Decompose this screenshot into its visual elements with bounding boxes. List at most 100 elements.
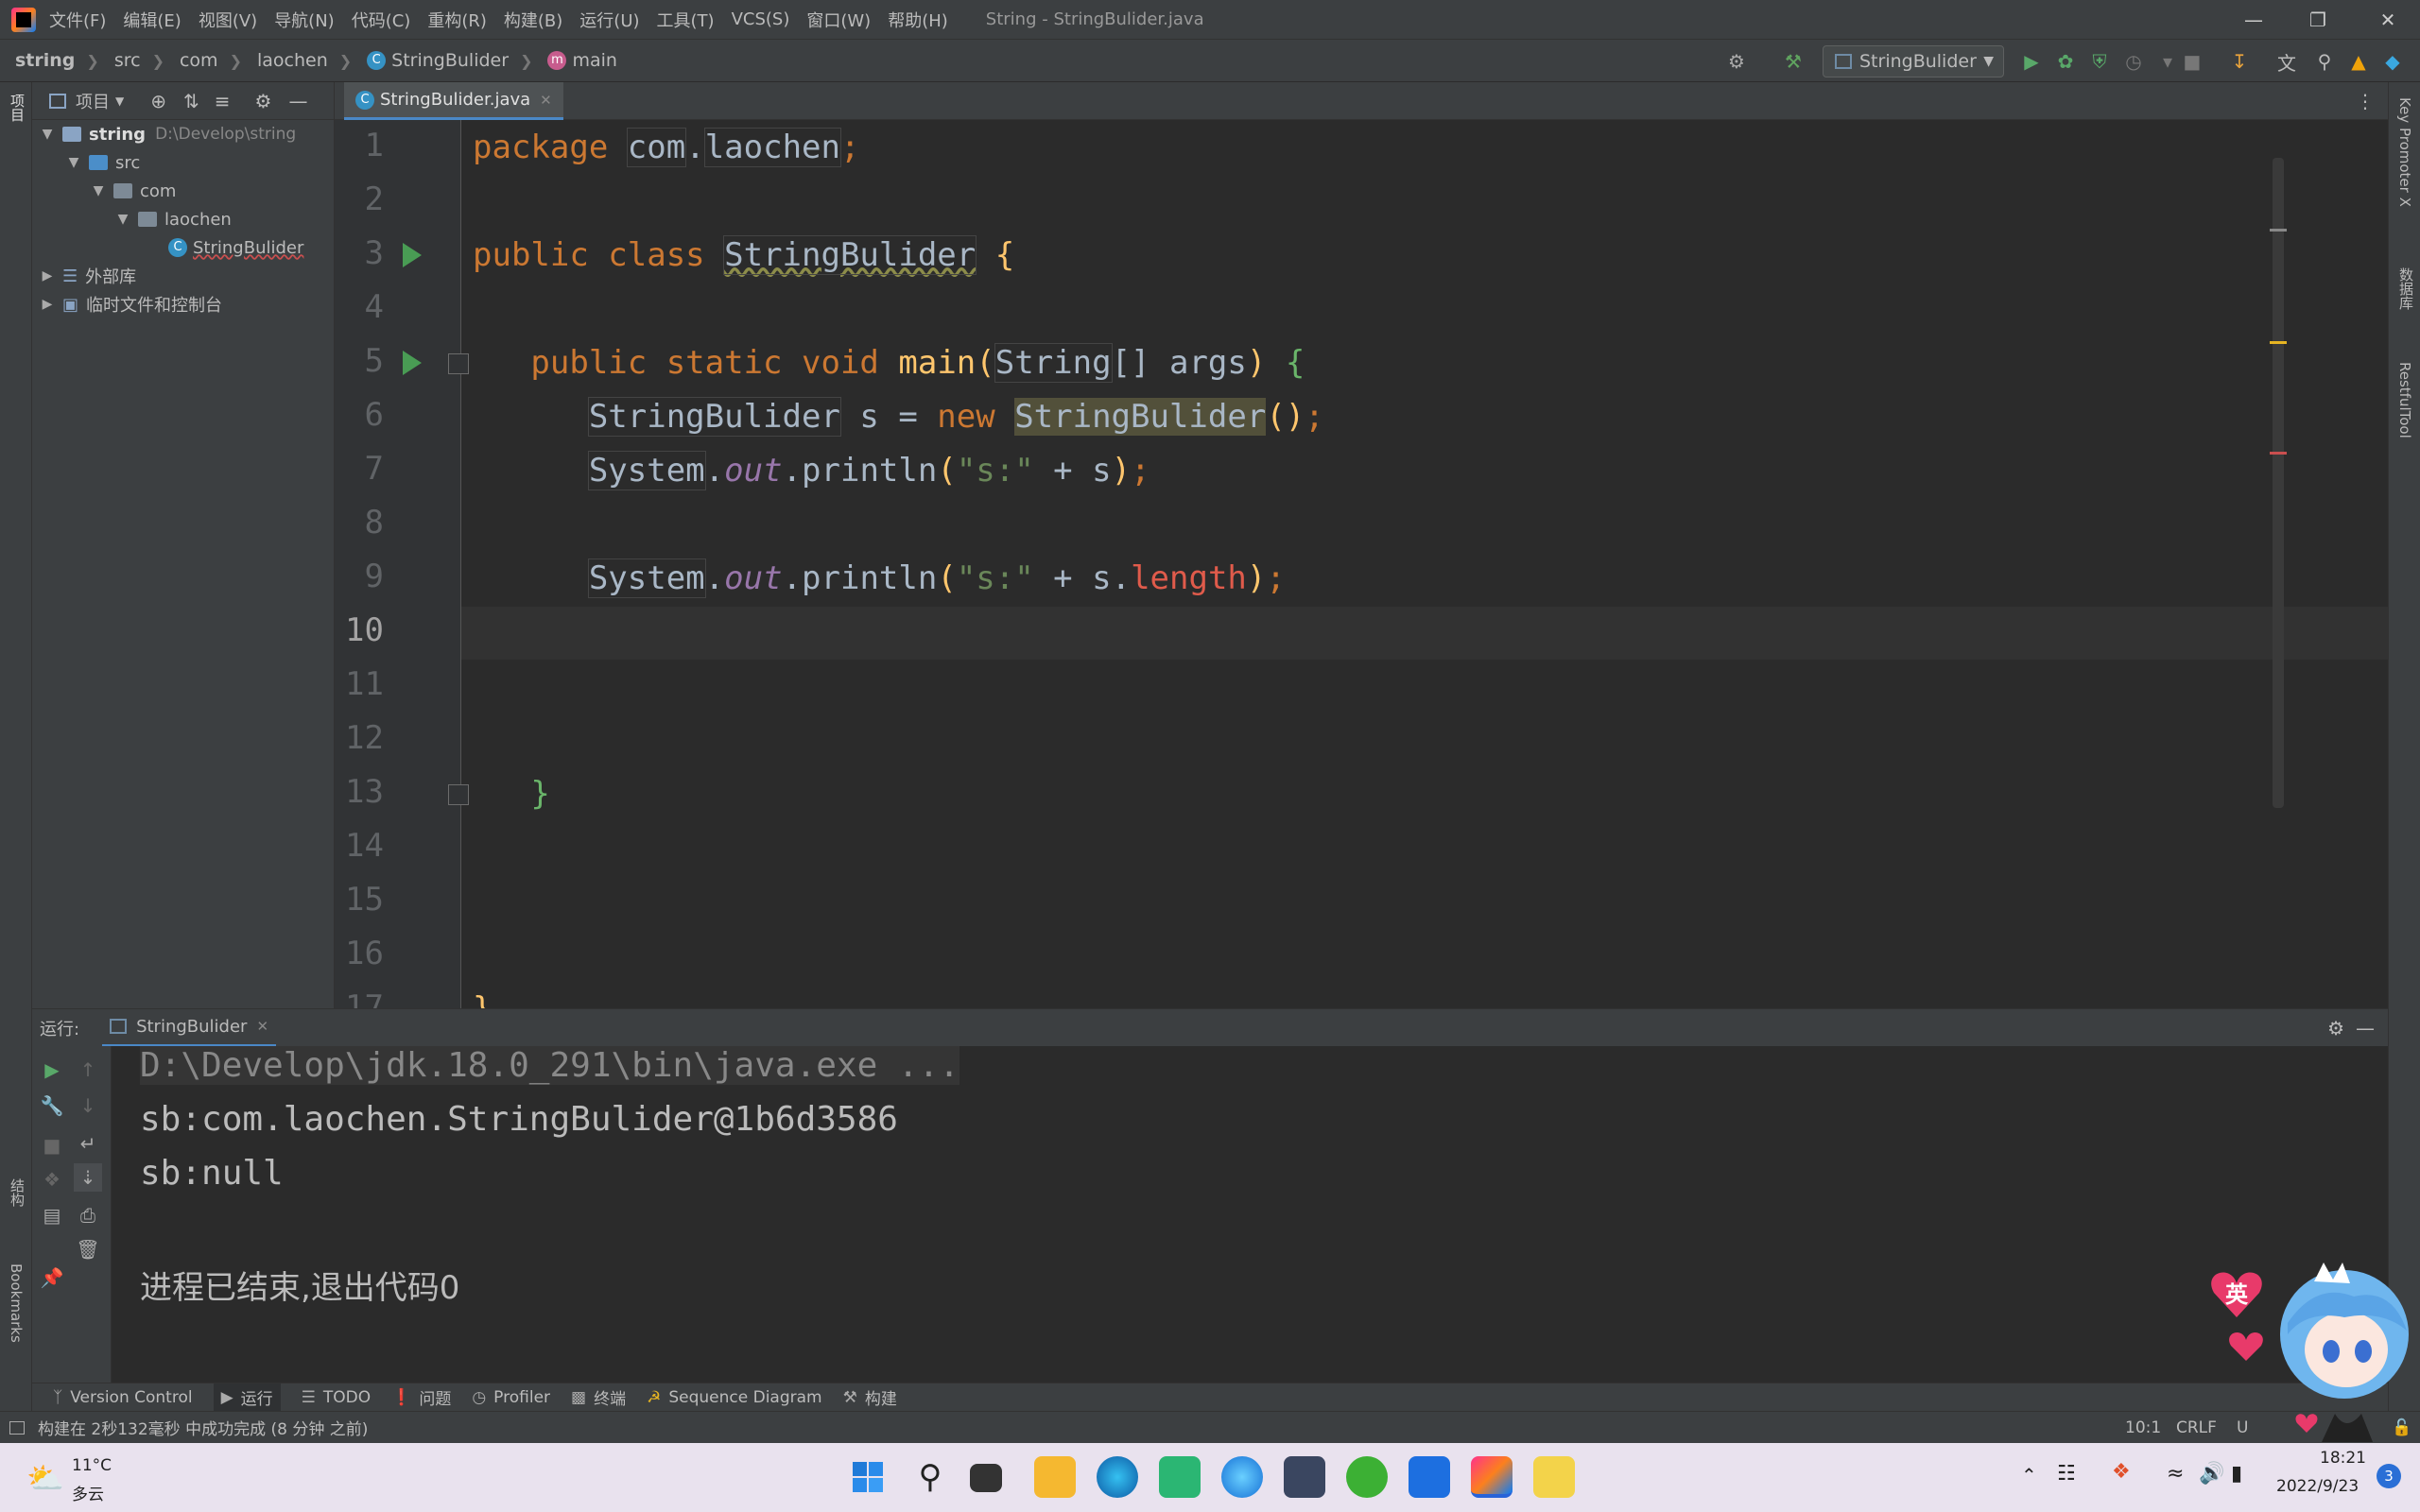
notification-badge[interactable]: 3 bbox=[2377, 1464, 2401, 1488]
debug-icon[interactable]: ✿ bbox=[2051, 47, 2080, 76]
tool-problems[interactable]: ❗ 问题 bbox=[391, 1385, 451, 1410]
tool-version-control[interactable]: ᛉ Version Control bbox=[53, 1388, 193, 1407]
collapse-all-icon[interactable]: ≡ bbox=[215, 90, 231, 112]
rerun-icon[interactable]: ▶ bbox=[38, 1056, 66, 1084]
menu-view[interactable]: 视图(V) bbox=[199, 8, 257, 32]
stripe-bookmarks[interactable]: Bookmarks bbox=[8, 1263, 25, 1343]
tool-todo[interactable]: ☰ TODO bbox=[302, 1388, 372, 1407]
plugin-icon[interactable]: ◆ bbox=[2378, 47, 2407, 76]
build-hammer-icon[interactable]: ⚒ bbox=[1779, 47, 1807, 76]
breadcrumb-method[interactable]: m main bbox=[547, 50, 617, 71]
editor-scrollbar[interactable] bbox=[2273, 158, 2284, 808]
minimize-icon[interactable]: — bbox=[2221, 0, 2286, 39]
search-icon[interactable]: ⚲ bbox=[2310, 47, 2339, 76]
edge-browser-icon[interactable] bbox=[1097, 1456, 1138, 1498]
restore-layout-icon[interactable]: ❖ bbox=[38, 1165, 66, 1194]
chevron-up-icon[interactable]: ⌃ bbox=[2021, 1464, 2037, 1486]
menu-navigate[interactable]: 导航(N) bbox=[274, 8, 335, 32]
run-console[interactable]: ▶ ↑ 🔧 ↓ ■ ↵ ❖ ⇣ ▤ ⎙ 🗑 📌 D:\Develop\jdk.1… bbox=[32, 1046, 2388, 1383]
tree-item-src[interactable]: ▼ src bbox=[66, 148, 141, 177]
tool-sequence-diagram[interactable]: ☭ Sequence Diagram bbox=[647, 1388, 822, 1407]
stop-icon[interactable]: ■ bbox=[38, 1131, 66, 1160]
breadcrumb-laochen[interactable]: laochen ❯ bbox=[257, 50, 352, 71]
menu-help[interactable]: 帮助(H) bbox=[888, 8, 948, 32]
tool-profiler[interactable]: ◷ Profiler bbox=[472, 1388, 550, 1407]
mail-app-icon[interactable] bbox=[1409, 1456, 1450, 1498]
layout-icon[interactable]: ▤ bbox=[38, 1201, 66, 1229]
scroll-down-icon[interactable]: ↓ bbox=[74, 1091, 102, 1120]
tool-build[interactable]: ⚒ 构建 bbox=[843, 1385, 897, 1410]
print-icon[interactable]: ⎙ bbox=[74, 1201, 102, 1229]
run-icon[interactable]: ▶ bbox=[2017, 47, 2046, 76]
intellij-taskbar-icon[interactable] bbox=[1471, 1456, 1512, 1498]
coverage-icon[interactable]: ⛨ bbox=[2085, 47, 2114, 76]
clock-date[interactable]: 2022/9/23 bbox=[2276, 1477, 2359, 1496]
restore-icon[interactable]: ❐ bbox=[2286, 0, 2350, 39]
menu-code[interactable]: 代码(C) bbox=[352, 8, 411, 32]
clock-time[interactable]: 18:21 bbox=[2320, 1449, 2366, 1468]
updates-icon[interactable]: ▲ bbox=[2344, 47, 2373, 76]
close-tab-icon[interactable]: ✕ bbox=[256, 1018, 268, 1035]
translate-icon[interactable]: 文 bbox=[2273, 47, 2301, 76]
profile-icon[interactable]: ◷ bbox=[2119, 47, 2148, 76]
tree-item-laochen[interactable]: ▼ laochen bbox=[115, 205, 232, 233]
store-icon[interactable] bbox=[1159, 1456, 1201, 1498]
hide-panel-icon[interactable]: — bbox=[2356, 1017, 2375, 1040]
stop-icon[interactable]: ■ bbox=[2178, 47, 2206, 76]
status-message[interactable]: 构建在 2秒132毫秒 中成功完成 (8 分钟 之前) bbox=[38, 1416, 368, 1439]
close-tab-icon[interactable]: ✕ bbox=[540, 92, 552, 109]
soft-wrap-icon[interactable]: ↵ bbox=[74, 1129, 102, 1158]
tree-item-project-root[interactable]: ▼ string D:\Develop\string bbox=[40, 120, 297, 148]
pin-icon[interactable]: 📌 bbox=[38, 1263, 66, 1292]
app-tray-icon[interactable]: ❖ bbox=[2112, 1460, 2131, 1484]
tree-item-external-libs[interactable]: ▶ ☰ 外部库 bbox=[40, 262, 137, 290]
menu-edit[interactable]: 编辑(E) bbox=[123, 8, 181, 32]
weather-temp[interactable]: 11°C bbox=[72, 1456, 112, 1475]
menu-build[interactable]: 构建(B) bbox=[504, 8, 562, 32]
stripe-project[interactable]: 项目 bbox=[8, 94, 27, 122]
weather-desc[interactable]: 多云 bbox=[72, 1481, 104, 1504]
stripe-structure[interactable]: 结构 bbox=[8, 1178, 27, 1207]
menu-run[interactable]: 运行(U) bbox=[579, 8, 639, 32]
tree-item-class-file[interactable]: C StringBulider bbox=[168, 233, 303, 262]
stripe-key-promoter[interactable]: Key Promoter X bbox=[2396, 97, 2413, 207]
menu-file[interactable]: 文件(F) bbox=[49, 8, 106, 32]
tool-run[interactable]: ▶ 运行 bbox=[213, 1383, 281, 1412]
breadcrumb-project[interactable]: string ❯ bbox=[15, 50, 99, 71]
start-button[interactable] bbox=[847, 1456, 889, 1498]
menu-refactor[interactable]: 重构(R) bbox=[427, 8, 487, 32]
caret-position[interactable]: 10:1 bbox=[2125, 1418, 2161, 1437]
more-tabs-icon[interactable]: ⋮ bbox=[2356, 90, 2375, 112]
wrench-icon[interactable]: 🔧 bbox=[38, 1091, 66, 1120]
scroll-to-end-icon[interactable]: ⇣ bbox=[74, 1163, 102, 1192]
task-view-icon[interactable] bbox=[970, 1464, 1002, 1492]
search-icon[interactable]: ⚲ bbox=[909, 1456, 951, 1498]
run-tab[interactable]: StringBulider ✕ bbox=[102, 1009, 277, 1047]
settings-gear-icon[interactable]: ⚙ bbox=[255, 90, 272, 112]
vcs-update-icon[interactable]: ↧ bbox=[2225, 47, 2254, 76]
user-icon[interactable]: ⚙ bbox=[1722, 47, 1751, 76]
settings-gear-icon[interactable]: ⚙ bbox=[2327, 1017, 2344, 1040]
intellij-logo-icon[interactable] bbox=[11, 7, 36, 32]
weather-icon[interactable]: ⛅ bbox=[26, 1460, 64, 1496]
menu-tools[interactable]: 工具(T) bbox=[657, 8, 715, 32]
expand-all-icon[interactable]: ⇅ bbox=[183, 90, 199, 112]
run-configuration-select[interactable]: StringBulider ▼ bbox=[1823, 45, 2004, 77]
hide-panel-icon[interactable]: — bbox=[288, 90, 307, 112]
tree-item-scratches[interactable]: ▶ ▣ 临时文件和控制台 bbox=[40, 290, 222, 318]
wifi-icon[interactable]: ≈ bbox=[2167, 1462, 2184, 1486]
stripe-restful[interactable]: RestfulTool bbox=[2396, 362, 2413, 438]
menu-vcs[interactable]: VCS(S) bbox=[732, 9, 790, 29]
volume-icon[interactable]: 🔊 bbox=[2199, 1462, 2224, 1486]
code-editor[interactable]: 1 2 3 4 5 6 7 8 9 10 11 12 13 14 15 16 1… bbox=[335, 120, 2388, 1008]
tree-item-com[interactable]: ▼ com bbox=[91, 177, 177, 205]
file-explorer-icon[interactable] bbox=[1034, 1456, 1076, 1498]
clear-trash-icon[interactable]: 🗑 bbox=[74, 1235, 102, 1263]
editor-tab-active[interactable]: C StringBulider.java ✕ bbox=[344, 82, 563, 120]
virtualbox-icon[interactable] bbox=[1284, 1456, 1325, 1498]
wechat-icon[interactable] bbox=[1346, 1456, 1388, 1498]
run-main-gutter-icon[interactable] bbox=[403, 351, 422, 375]
scroll-up-icon[interactable]: ↑ bbox=[74, 1056, 102, 1084]
stripe-database[interactable]: 数据库 bbox=[2396, 267, 2416, 310]
notes-app-icon[interactable] bbox=[1533, 1456, 1575, 1498]
